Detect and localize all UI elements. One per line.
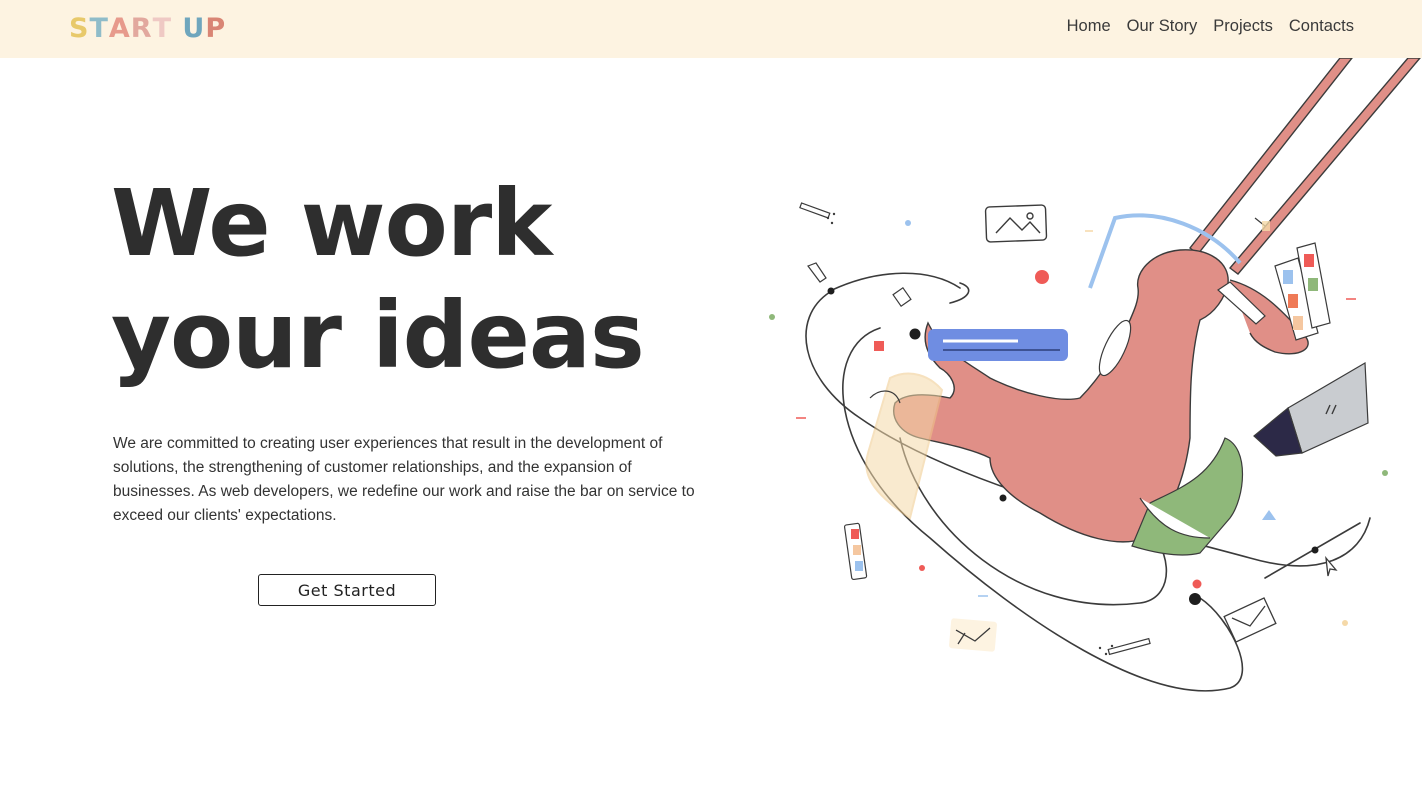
hero-title-line-2: your ideas [111, 282, 645, 389]
paper-scroll [865, 372, 944, 520]
logo-letter: T [152, 12, 172, 44]
orbit-dot [909, 328, 921, 340]
logo-letter: S [69, 12, 90, 44]
swing-rope [1189, 58, 1421, 275]
hero-description: We are committed to creating user experi… [113, 435, 695, 524]
navbar: START UP Home Our Story Projects Contact… [0, 0, 1422, 58]
confetti-dot [905, 220, 911, 226]
main-nav: Home Our Story Projects Contacts [1067, 17, 1354, 36]
get-started-button[interactable]: Get Started [258, 574, 436, 606]
logo-letter: T [89, 12, 109, 44]
confetti-square [874, 341, 884, 351]
person-on-swing-illustration [769, 58, 1421, 692]
nav-link-projects[interactable]: Projects [1213, 17, 1273, 36]
hero-title: We work your ideas [111, 168, 671, 392]
nav-link-our-story[interactable]: Our Story [1127, 17, 1198, 36]
logo-letter: P [205, 12, 227, 44]
image-icon [984, 204, 1048, 243]
confetti-dot [1382, 470, 1388, 476]
confetti-dot [769, 314, 775, 320]
orbit-dot [1189, 593, 1201, 605]
confetti-dot [1035, 270, 1049, 284]
envelope-icon [949, 618, 997, 652]
orbit-line [831, 272, 961, 291]
confetti-dot [1342, 620, 1348, 626]
orbit-dot [999, 494, 1007, 502]
message-bar [928, 329, 1068, 361]
logo-letter: R [130, 12, 153, 44]
brand-logo[interactable]: START UP [69, 10, 226, 46]
confetti-dot [919, 565, 925, 571]
confetti-triangle [1262, 510, 1276, 520]
logo-letter: U [182, 12, 206, 44]
confetti-dot [1192, 579, 1202, 589]
orbit-dot [827, 287, 835, 295]
nav-link-contacts[interactable]: Contacts [1289, 17, 1354, 36]
hero-title-line-1: We work [111, 170, 552, 277]
laptop-icon [1253, 361, 1369, 457]
color-strip-icon [843, 522, 868, 581]
logo-letter [172, 13, 182, 44]
nav-link-home[interactable]: Home [1067, 17, 1111, 36]
orbit-line [949, 282, 970, 304]
orbit-dot [1311, 546, 1319, 554]
logo-letter: A [108, 12, 131, 44]
